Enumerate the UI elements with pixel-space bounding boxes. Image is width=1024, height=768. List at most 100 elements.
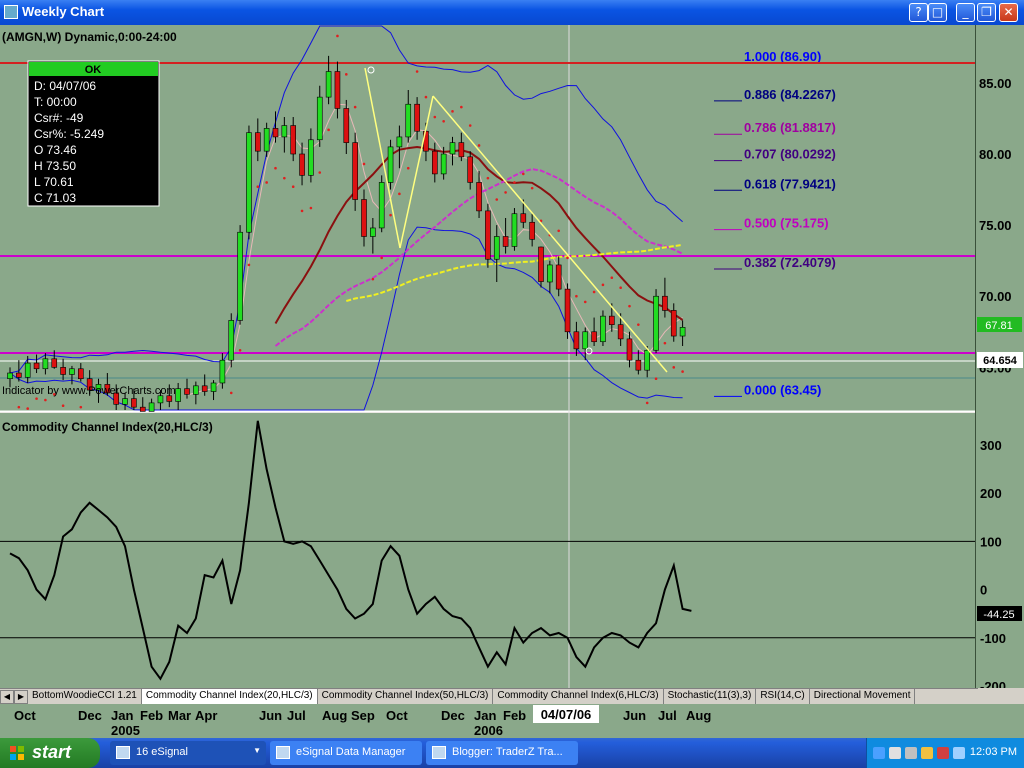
taskbar-item-esignal[interactable]: 16 eSignal ▼: [110, 741, 266, 765]
price-tick: 85.00: [979, 76, 1012, 91]
month-label: Oct: [14, 708, 36, 723]
fib-level-label: 0.707 (80.0292): [744, 147, 836, 162]
psar-dot: [513, 181, 516, 184]
psar-dot: [17, 405, 21, 409]
start-label: start: [32, 742, 72, 762]
candle-body: [370, 227, 376, 237]
psar-dot: [681, 370, 684, 373]
cursor-info-box[interactable]: OK D: 04/07/06 T: 00:00 Csr#: -49 Csr%: -5.…: [27, 60, 160, 207]
chart-area[interactable]: 1.000 (86.90) 0.886 (84.2267) 0.786 (81.88…: [0, 25, 1024, 688]
month-label: Feb: [140, 708, 163, 723]
start-button[interactable]: start: [0, 738, 100, 768]
last-price-tag: 67.81: [985, 320, 1013, 332]
candle-body: [485, 210, 491, 260]
candle-body: [325, 71, 332, 98]
candle-body: [653, 295, 659, 351]
candle-body: [635, 359, 642, 371]
candle-body: [237, 231, 243, 321]
candle-body: [449, 142, 456, 155]
month-label: Aug: [322, 708, 347, 723]
psar-dot: [309, 206, 313, 210]
restore-button[interactable]: ❐: [977, 3, 996, 22]
candle-body: [148, 402, 155, 412]
psar-dot: [79, 405, 83, 409]
psar-dot: [61, 404, 65, 408]
indicator-tabs: ◀ ▶ BottomWoodieCCI 1.21 Commodity Channel …: [0, 688, 978, 705]
cursor-box-row: T: 00:00: [34, 95, 77, 109]
candle-body: [352, 142, 358, 200]
speaker-tray-icon[interactable]: [953, 747, 965, 759]
candle-body: [555, 264, 562, 290]
candle-body: [316, 96, 323, 141]
month-label: Dec: [441, 708, 465, 723]
month-label: Feb: [503, 708, 526, 723]
taskbar-item-blogger[interactable]: Blogger: TraderZ Tra...: [426, 741, 578, 765]
tab-rsi[interactable]: RSI(14,C): [756, 689, 810, 704]
month-label: Aug: [686, 708, 711, 723]
psar-dot: [583, 300, 587, 304]
tab-bottom-woodie-cci[interactable]: BottomWoodieCCI 1.21: [28, 689, 142, 704]
candle-body: [175, 388, 181, 402]
candle-body: [626, 338, 633, 361]
cursor-box-row: H 73.50: [34, 159, 76, 173]
psar-dot: [398, 192, 401, 196]
candle-body: [42, 358, 49, 370]
cursor-box-row: O 73.46: [34, 143, 77, 157]
candle-body: [431, 150, 438, 175]
candle-body: [33, 362, 40, 370]
cursor-box-row: L 70.61: [34, 175, 74, 189]
psar-dot: [557, 229, 560, 233]
tab-stochastic[interactable]: Stochastic(11(3),3): [663, 689, 757, 704]
year-label: 2006: [474, 723, 503, 738]
candle-body: [467, 156, 474, 183]
candle-body: [334, 71, 341, 109]
display-tray-icon[interactable]: [905, 747, 917, 759]
symbol-label: (AMGN,W) Dynamic,0:00-24:00: [2, 30, 177, 44]
psar-dot: [530, 186, 534, 190]
alert-tray-icon[interactable]: [937, 747, 949, 759]
indicator-credit[interactable]: Indicator by www.PowerCharts.com: [2, 385, 176, 397]
candle: [237, 225, 243, 325]
candle-body: [608, 315, 615, 325]
help-tray-icon[interactable]: [873, 747, 885, 759]
candle-body: [405, 103, 412, 138]
data-manager-icon: [276, 746, 290, 759]
tab-cci-20[interactable]: Commodity Channel Index(20,HLC/3): [141, 689, 318, 704]
network-tray-icon[interactable]: [889, 747, 901, 759]
taskbar: start 16 eSignal ▼ eSignal Data Manager …: [0, 738, 1024, 768]
esignal-icon: [116, 746, 130, 759]
maximize-chart-button[interactable]: □: [928, 3, 947, 22]
psar-dot: [442, 119, 445, 123]
shield-tray-icon[interactable]: [921, 747, 933, 759]
window-titlebar[interactable]: Weekly Chart ? □ _ ❐ ✕: [0, 0, 1024, 25]
psar-dot: [424, 95, 428, 99]
cci-title: Commodity Channel Index(20,HLC/3): [2, 420, 213, 434]
tab-scroll-left[interactable]: ◀: [0, 690, 14, 704]
psar-dot: [451, 110, 454, 113]
cursor-box-row: Csr#: -49: [34, 111, 84, 125]
candle-body: [255, 132, 261, 152]
taskbar-item-data-manager[interactable]: eSignal Data Manager: [270, 741, 422, 765]
psar-dot: [274, 166, 277, 170]
psar-dot: [291, 185, 295, 189]
candle-body: [458, 142, 465, 158]
minimize-button[interactable]: _: [956, 3, 975, 22]
tab-scroll-right[interactable]: ▶: [14, 690, 28, 704]
tab-directional-movement[interactable]: Directional Movement: [809, 689, 916, 704]
help-button[interactable]: ?: [909, 3, 928, 22]
cci-tick: 100: [980, 534, 1002, 549]
tab-cci-6[interactable]: Commodity Channel Index(6,HLC/3): [493, 689, 664, 704]
candle: [538, 246, 544, 288]
psar-dot: [415, 70, 419, 73]
taskbar-item-esignal-label: 16 eSignal: [136, 746, 188, 758]
psar-dot: [238, 348, 242, 352]
psar-dot: [433, 115, 437, 119]
candle-body: [69, 368, 75, 375]
candle-body: [511, 213, 518, 247]
tab-cci-50[interactable]: Commodity Channel Index(50,HLC/3): [317, 689, 494, 704]
month-label: Jan: [474, 708, 496, 723]
close-button[interactable]: ✕: [999, 3, 1018, 22]
candle-body: [361, 199, 367, 237]
candle-body: [139, 406, 146, 412]
candle-body: [281, 125, 288, 138]
